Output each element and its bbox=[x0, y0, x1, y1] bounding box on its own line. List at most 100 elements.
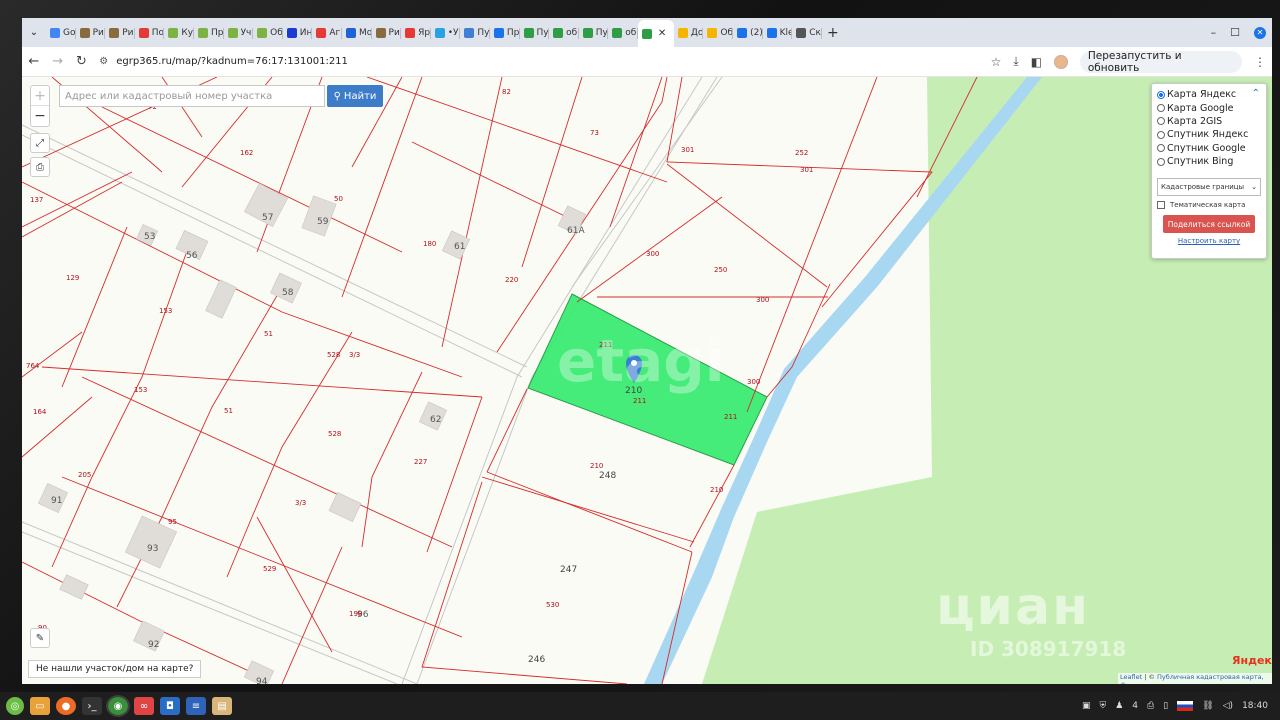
new-tab-button[interactable]: + bbox=[822, 25, 844, 41]
tab-label: Об bbox=[270, 27, 283, 38]
restart-update-button[interactable]: Перезапустить и обновить bbox=[1079, 50, 1242, 74]
files-icon[interactable]: ▭ bbox=[30, 697, 50, 715]
side-panel-icon[interactable]: ◧ bbox=[1031, 55, 1042, 69]
browser-tab[interactable]: об bbox=[549, 20, 579, 46]
tab-label: До bbox=[690, 27, 704, 38]
more-menu-icon[interactable]: ⋮ bbox=[1254, 55, 1266, 69]
basemap-option[interactable]: Карта 2GIS bbox=[1157, 115, 1261, 128]
thematic-map-checkbox[interactable]: Тематическая карта bbox=[1157, 201, 1261, 210]
browser-tab[interactable]: об bbox=[608, 20, 638, 46]
browser-tab[interactable]: •У bbox=[431, 20, 461, 46]
maximize-icon[interactable]: ☐ bbox=[1230, 26, 1240, 39]
browser-tab[interactable]: Ск bbox=[792, 20, 822, 46]
browser-tab[interactable]: Аг bbox=[312, 20, 342, 46]
address-bar[interactable]: ⚙ egrp365.ru/map/?kadnum=76:17:131001:21… bbox=[99, 51, 990, 73]
zoom-out-button[interactable]: − bbox=[31, 106, 49, 126]
browser-tab[interactable]: Ри bbox=[372, 20, 402, 46]
browser-tab[interactable]: Пр bbox=[490, 20, 520, 46]
overlay-select[interactable]: Кадастровые границы ⌄ bbox=[1157, 178, 1261, 197]
plot-number: 211 bbox=[724, 413, 737, 421]
profile-avatar[interactable] bbox=[1054, 54, 1068, 69]
update-shield-icon[interactable]: ⛨ bbox=[1099, 701, 1106, 711]
browser-tab[interactable]: Об bbox=[253, 20, 283, 46]
collapse-chevron-icon[interactable]: ⌃ bbox=[1252, 88, 1260, 99]
browser-tab[interactable]: (2) bbox=[733, 20, 763, 46]
browser-tab[interactable]: По bbox=[135, 20, 165, 46]
browser-tab[interactable]: Kle bbox=[763, 20, 792, 46]
reload-icon[interactable]: ↻ bbox=[70, 54, 94, 69]
browser-tab[interactable]: Уч bbox=[224, 20, 254, 46]
download-icon[interactable]: ⤓ bbox=[1013, 54, 1018, 69]
browser-tab[interactable]: Пу bbox=[460, 20, 490, 46]
radio-button[interactable] bbox=[1157, 90, 1165, 99]
radio-button[interactable] bbox=[1157, 104, 1165, 113]
browser-tab[interactable]: Ри bbox=[76, 20, 106, 46]
tab-label: Ин bbox=[299, 27, 313, 38]
site-settings-icon[interactable]: ⚙ bbox=[99, 56, 108, 67]
building-number: 93 bbox=[147, 544, 158, 554]
basemap-option[interactable]: Спутник Bing bbox=[1157, 155, 1261, 168]
back-arrow-icon[interactable]: ← bbox=[22, 54, 46, 69]
plot-number: 82 bbox=[502, 88, 511, 96]
leaflet-link[interactable]: Leaflet bbox=[1120, 673, 1142, 681]
checkbox-box[interactable] bbox=[1157, 201, 1165, 210]
clock[interactable]: 18:40 bbox=[1242, 701, 1268, 711]
browser-tab[interactable]: До bbox=[674, 20, 704, 46]
basemap-option[interactable]: Спутник Google bbox=[1157, 142, 1261, 155]
basemap-option[interactable]: Карта Яндекс bbox=[1157, 88, 1261, 101]
chrome-icon[interactable]: ◉ bbox=[106, 695, 130, 717]
browser-tab[interactable]: Пу bbox=[520, 20, 550, 46]
keyboard-layout-flag-icon[interactable] bbox=[1177, 701, 1194, 711]
workspace-bell-icon[interactable]: ♟ bbox=[1115, 701, 1123, 711]
browser-tab[interactable]: Мо bbox=[342, 20, 372, 46]
address-search-input[interactable] bbox=[59, 85, 325, 107]
browser-tab[interactable]: Пу bbox=[579, 20, 609, 46]
clipboard-icon[interactable]: ▣ bbox=[1082, 701, 1091, 711]
radio-button[interactable] bbox=[1157, 157, 1165, 166]
cadastral-map[interactable]: 57 59 61 61А 53 56 58 62 91 93 96 92 94 82 72 73 162 301… bbox=[22, 77, 1272, 684]
browser-tab[interactable]: Go bbox=[46, 20, 76, 46]
basemap-option[interactable]: Карта Google bbox=[1157, 101, 1261, 114]
yandex-logo: Яндекс bbox=[1232, 654, 1272, 667]
forward-arrow-icon[interactable]: → bbox=[46, 54, 70, 69]
zoom-in-button[interactable]: + bbox=[31, 86, 49, 106]
browser-tab[interactable]: Ку bbox=[164, 20, 194, 46]
radio-button[interactable] bbox=[1157, 130, 1165, 139]
radio-button[interactable] bbox=[1157, 144, 1165, 153]
print-icon[interactable]: ⎙ bbox=[30, 157, 50, 177]
battery-icon[interactable]: ▯ bbox=[1163, 701, 1168, 711]
archive-icon[interactable]: ▤ bbox=[212, 697, 232, 715]
pencil-icon[interactable]: ✎ bbox=[30, 628, 50, 648]
chevron-down-icon: ⌄ bbox=[1251, 183, 1257, 192]
url-text: egrp365.ru/map/?kadnum=76:17:131001:211 bbox=[116, 56, 348, 67]
network-icon[interactable]: ⛓ bbox=[1202, 701, 1213, 711]
browser-tab[interactable]: Ин bbox=[283, 20, 313, 46]
share-link-button[interactable]: Поделиться ссылкой bbox=[1163, 215, 1255, 234]
volume-icon[interactable]: ◁) bbox=[1223, 701, 1233, 711]
firefox-icon[interactable]: ● bbox=[56, 697, 76, 715]
basemap-option[interactable]: Спутник Яндекс bbox=[1157, 128, 1261, 141]
text-editor-icon[interactable]: ≡ bbox=[186, 697, 206, 715]
fullscreen-icon[interactable]: ⤢ bbox=[30, 133, 50, 153]
terminal-icon[interactable]: ›_ bbox=[82, 697, 102, 715]
not-found-button[interactable]: Не нашли участок/дом на карте? bbox=[28, 660, 202, 678]
browser-tab[interactable]: ✕ bbox=[637, 20, 674, 47]
mint-menu-icon[interactable]: ◎ bbox=[6, 697, 24, 715]
browser-tab[interactable]: Ри bbox=[105, 20, 135, 46]
browser-tab[interactable]: Об bbox=[703, 20, 733, 46]
tab-favicon-icon bbox=[493, 27, 504, 38]
search-button[interactable]: ⚲ Найти bbox=[327, 85, 383, 107]
printer-icon[interactable]: ⎙ bbox=[1147, 701, 1154, 711]
camera-app-icon[interactable]: ◘ bbox=[160, 697, 180, 715]
layer-switcher-panel: ⌃ Карта Яндекс Карта Google Карта 2GIS Спут… bbox=[1151, 83, 1267, 259]
browser-tab[interactable]: Пр bbox=[194, 20, 224, 46]
close-window-icon[interactable]: ✕ bbox=[1254, 26, 1266, 39]
browser-tab[interactable]: Яр bbox=[401, 20, 431, 46]
bookmark-star-icon[interactable]: ☆ bbox=[991, 55, 1002, 69]
radio-button[interactable] bbox=[1157, 117, 1165, 126]
tab-close-icon[interactable]: ✕ bbox=[658, 28, 666, 39]
glasses-app-icon[interactable]: ∞ bbox=[134, 697, 154, 715]
configure-map-link[interactable]: Настроить карту bbox=[1157, 237, 1261, 245]
minimize-icon[interactable]: – bbox=[1211, 26, 1217, 39]
tab-search-chevron-icon[interactable]: ⌄ bbox=[22, 27, 46, 38]
